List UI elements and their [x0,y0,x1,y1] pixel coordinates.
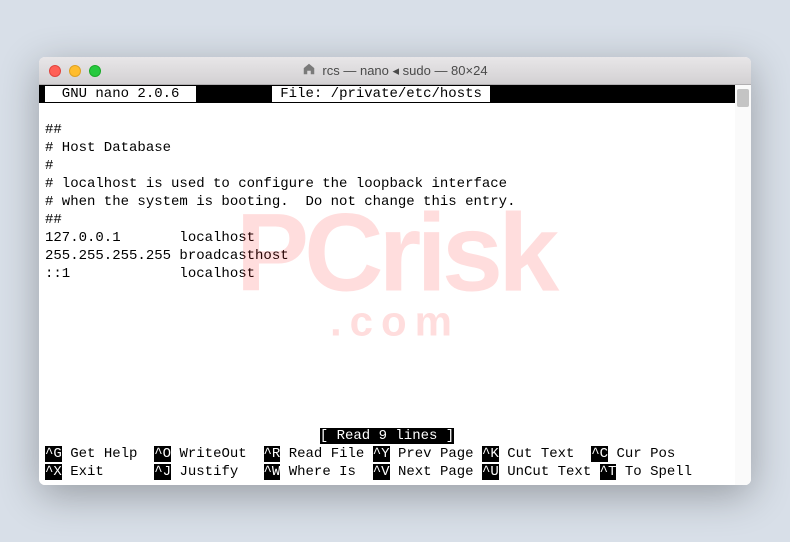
shortcut-label: Cut Text [507,446,583,462]
shortcut-label: Get Help [70,446,146,462]
shortcut-label: Where Is [289,464,365,480]
shortcut-key: ^O [154,446,171,462]
shortcut-key: ^Y [373,446,390,462]
shortcut-key: ^J [154,464,171,480]
terminal-window: rcs — nano ◂ sudo — 80×24 GNU nano 2.0.6… [39,57,751,485]
close-button[interactable] [49,65,61,77]
shortcut-label: Exit [70,464,146,480]
titlebar[interactable]: rcs — nano ◂ sudo — 80×24 [39,57,751,85]
shortcut-key: ^R [264,446,281,462]
shortcut-label: Cur Pos [616,446,675,462]
shortcut-key: ^V [373,464,390,480]
nano-file: File: /private/etc/hosts [272,86,490,102]
shortcut-key: ^W [264,464,281,480]
minimize-button[interactable] [69,65,81,77]
nano-version: GNU nano 2.0.6 [45,86,196,102]
file-content[interactable]: ## # Host Database # # localhost is used… [39,103,735,427]
traffic-lights [49,65,101,77]
shortcut-key: ^G [45,446,62,462]
shortcuts-bar: ^G Get Help ^O WriteOut ^R Read File ^Y … [39,445,735,485]
shortcut-key: ^K [482,446,499,462]
shortcut-label: Justify [179,464,255,480]
maximize-button[interactable] [89,65,101,77]
terminal-content[interactable]: GNU nano 2.0.6 File: /private/etc/hosts … [39,85,751,485]
shortcut-key: ^C [591,446,608,462]
shortcut-label: UnCut Text [507,464,591,480]
shortcut-key: ^T [600,464,617,480]
shortcut-label: Next Page [398,464,474,480]
home-icon [302,62,316,79]
shortcut-key: ^X [45,464,62,480]
shortcut-label: Read File [289,446,365,462]
nano-header: GNU nano 2.0.6 File: /private/etc/hosts [39,85,735,103]
window-title-text: rcs — nano ◂ sudo — 80×24 [322,63,487,79]
status-line: [ Read 9 lines ] [39,427,735,445]
window-title: rcs — nano ◂ sudo — 80×24 [39,62,751,79]
shortcut-label: WriteOut [179,446,255,462]
shortcut-label: Prev Page [398,446,474,462]
status-message: [ Read 9 lines ] [320,428,454,444]
shortcut-key: ^U [482,464,499,480]
shortcut-label: To Spell [625,464,692,480]
